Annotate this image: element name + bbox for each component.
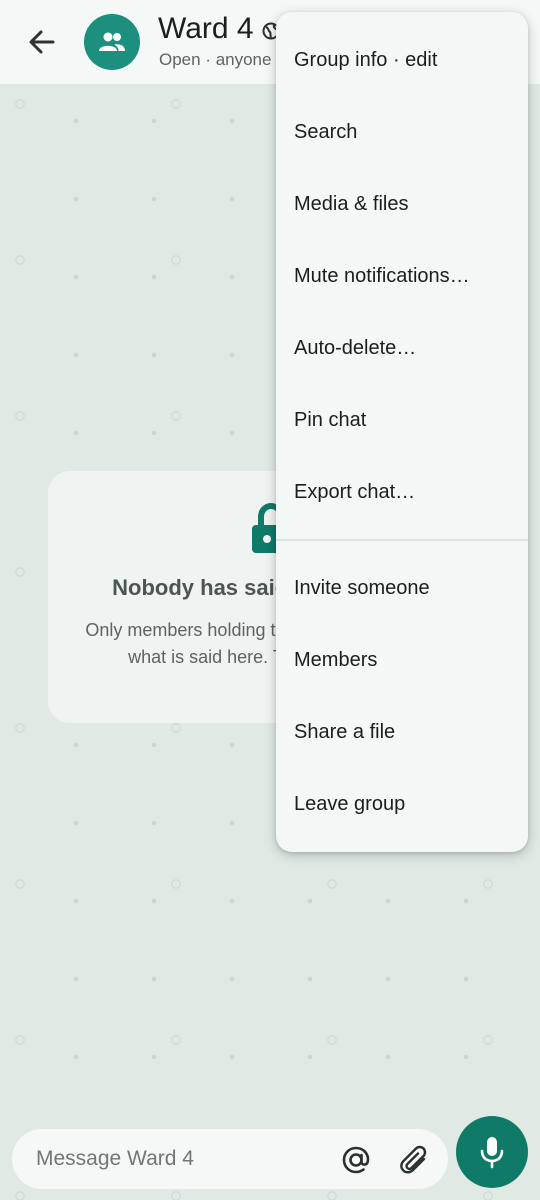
group-avatar[interactable] — [84, 14, 140, 70]
overflow-menu: Group info · edit Search Media & files M… — [276, 12, 528, 852]
group-icon — [99, 32, 125, 51]
menu-item-members[interactable]: Members — [276, 630, 528, 690]
menu-divider — [276, 539, 528, 541]
at-sign-icon[interactable] — [340, 1144, 372, 1176]
back-button[interactable] — [22, 22, 62, 62]
message-input[interactable] — [36, 1147, 326, 1171]
menu-item-search[interactable]: Search — [276, 102, 528, 162]
message-composer — [12, 1129, 448, 1189]
paperclip-icon[interactable] — [398, 1143, 432, 1177]
voice-message-button[interactable] — [456, 1116, 528, 1188]
menu-item-mute-notifications[interactable]: Mute notifications… — [276, 246, 528, 306]
arrow-left-icon — [29, 30, 55, 54]
menu-item-group-info[interactable]: Group info · edit — [276, 30, 528, 90]
menu-item-leave-group[interactable]: Leave group — [276, 774, 528, 834]
menu-item-pin-chat[interactable]: Pin chat — [276, 390, 528, 450]
menu-item-invite-someone[interactable]: Invite someone — [276, 558, 528, 618]
menu-item-auto-delete[interactable]: Auto-delete… — [276, 318, 528, 378]
microphone-icon — [480, 1137, 504, 1169]
menu-item-export-chat[interactable]: Export chat… — [276, 462, 528, 522]
menu-item-media-files[interactable]: Media & files — [276, 174, 528, 234]
chat-title[interactable]: Ward 4 — [158, 12, 254, 46]
menu-item-share-file[interactable]: Share a file — [276, 702, 528, 762]
